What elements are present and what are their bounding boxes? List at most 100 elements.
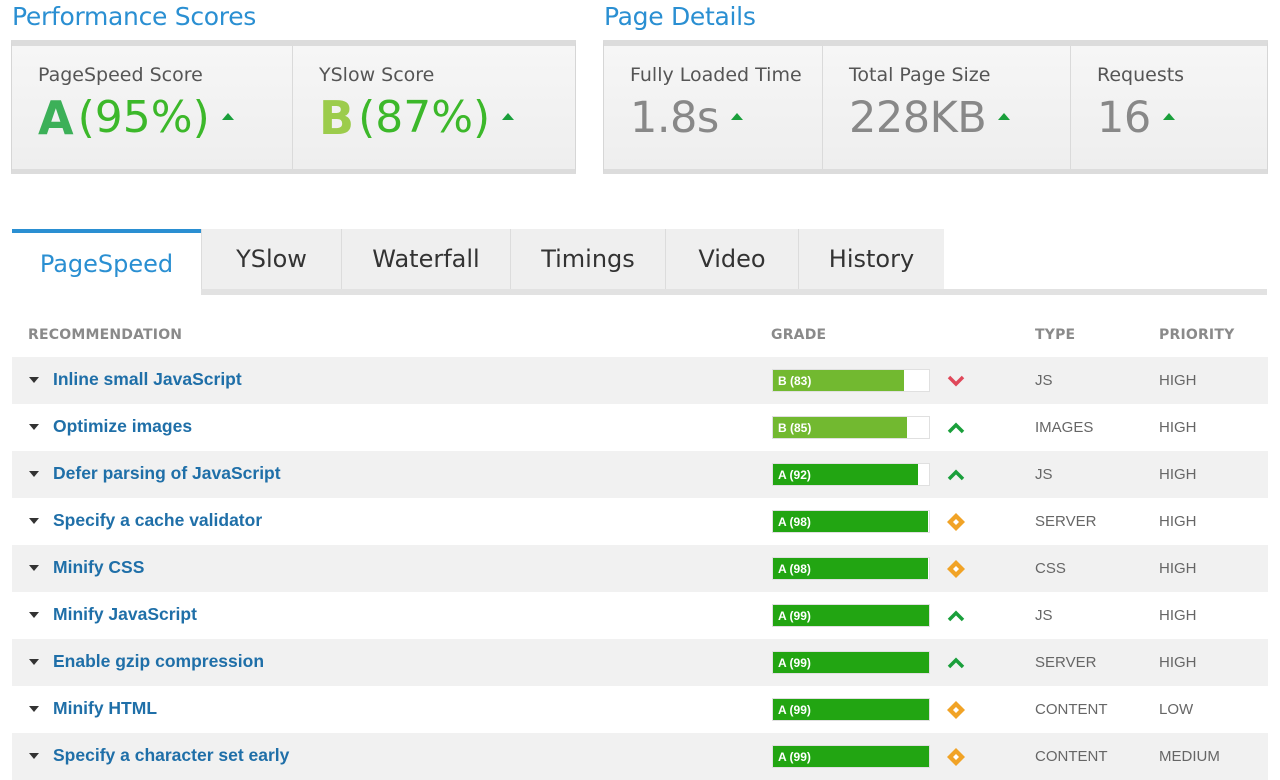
expand-triangle-icon[interactable] xyxy=(29,518,39,524)
trend-unchanged-icon xyxy=(947,560,965,578)
trend-up-icon xyxy=(947,657,965,669)
grade-bar-fill: B (85) xyxy=(773,417,907,438)
grade-bar-fill: A (92) xyxy=(773,464,918,485)
performance-scores-panel: PageSpeed Score A (95%) YSlow Score B (8… xyxy=(11,40,576,174)
table-row[interactable]: Optimize images B (85) IMAGES HIGH xyxy=(12,404,1268,451)
recommendation-type: CSS xyxy=(1035,560,1066,577)
table-row[interactable]: Minify HTML A (99) CONTENT LOW xyxy=(12,686,1268,733)
expand-triangle-icon[interactable] xyxy=(29,424,39,430)
grade-bar-fill: A (99) xyxy=(773,699,929,720)
recommendation-priority: HIGH xyxy=(1159,419,1197,436)
requests: Requests 16 xyxy=(1071,46,1267,169)
grade-bar-fill: A (99) xyxy=(773,652,929,673)
yslow-grade-letter: B xyxy=(319,91,355,145)
recommendation-name[interactable]: Minify CSS xyxy=(53,557,144,578)
column-header-grade[interactable]: GRADE xyxy=(771,327,826,343)
fully-loaded-time-value: 1.8s xyxy=(630,92,822,144)
recommendation-name[interactable]: Specify a cache validator xyxy=(53,510,262,531)
tab-pagespeed[interactable]: PageSpeed xyxy=(12,229,201,295)
recommendation-name[interactable]: Defer parsing of JavaScript xyxy=(53,463,281,484)
grade-bar: A (99) xyxy=(772,651,930,674)
grade-bar-label: A (99) xyxy=(778,750,811,764)
recommendation-name[interactable]: Optimize images xyxy=(53,416,192,437)
grade-bar-label: A (98) xyxy=(778,515,811,529)
table-row[interactable]: Enable gzip compression A (99) SERVER HIGH xyxy=(12,639,1268,686)
grade-bar-label: A (99) xyxy=(778,703,811,717)
recommendation-priority: HIGH xyxy=(1159,466,1197,483)
total-page-size-value: 228KB xyxy=(849,92,1070,144)
recommendation-type: IMAGES xyxy=(1035,419,1094,436)
pagespeed-grade-letter: A xyxy=(38,91,74,145)
column-header-priority[interactable]: PRIORITY xyxy=(1159,327,1234,343)
recommendation-type: JS xyxy=(1035,466,1053,483)
grade-bar: A (99) xyxy=(772,604,930,627)
expand-triangle-icon[interactable] xyxy=(29,659,39,665)
trend-up-icon xyxy=(998,112,1011,120)
requests-number: 16 xyxy=(1097,93,1151,143)
report-tabs: PageSpeed YSlow Waterfall Timings Video … xyxy=(12,229,1267,295)
total-page-size: Total Page Size 228KB xyxy=(823,46,1071,169)
trend-up-icon xyxy=(1162,112,1175,120)
expand-triangle-icon[interactable] xyxy=(29,706,39,712)
grade-bar: A (98) xyxy=(772,557,930,580)
pagespeed-score: PageSpeed Score A (95%) xyxy=(12,46,293,169)
grade-bar-label: A (98) xyxy=(778,562,811,576)
yslow-grade-percent: (87%) xyxy=(358,92,491,143)
expand-triangle-icon[interactable] xyxy=(29,471,39,477)
recommendation-priority: HIGH xyxy=(1159,560,1197,577)
tab-yslow[interactable]: YSlow xyxy=(201,229,341,289)
grade-bar: B (85) xyxy=(772,416,930,439)
trend-up-icon xyxy=(947,469,965,481)
recommendation-type: CONTENT xyxy=(1035,701,1108,718)
yslow-score: YSlow Score B (87%) xyxy=(293,46,575,169)
grade-bar: A (99) xyxy=(772,698,930,721)
trend-up-icon xyxy=(502,112,515,120)
table-row[interactable]: Specify a cache validator A (98) SERVER HIG… xyxy=(12,498,1268,545)
table-row[interactable]: Minify JavaScript A (99) JS HIGH xyxy=(12,592,1268,639)
recommendation-priority: HIGH xyxy=(1159,654,1197,671)
column-header-recommendation[interactable]: RECOMMENDATION xyxy=(28,327,182,343)
recommendation-priority: MEDIUM xyxy=(1159,748,1220,765)
table-row[interactable]: Inline small JavaScript B (83) JS HIGH xyxy=(12,357,1268,404)
fully-loaded-time: Fully Loaded Time 1.8s xyxy=(604,46,823,169)
table-row[interactable]: Minify CSS A (98) CSS HIGH xyxy=(12,545,1268,592)
requests-label: Requests xyxy=(1097,64,1185,86)
recommendations-table-header: RECOMMENDATION GRADE TYPE PRIORITY xyxy=(12,327,1268,347)
table-row[interactable]: Specify a character set early A (99) CONTE… xyxy=(12,733,1268,780)
yslow-score-label: YSlow Score xyxy=(319,64,435,86)
tab-waterfall[interactable]: Waterfall xyxy=(341,229,510,289)
recommendation-type: CONTENT xyxy=(1035,748,1108,765)
grade-bar-fill: A (98) xyxy=(773,511,928,532)
page-details-title: Page Details xyxy=(604,2,756,31)
grade-bar: B (83) xyxy=(772,369,930,392)
grade-bar-fill: A (99) xyxy=(773,605,929,626)
recommendation-name[interactable]: Enable gzip compression xyxy=(53,651,264,672)
pagespeed-score-label: PageSpeed Score xyxy=(38,64,203,86)
expand-triangle-icon[interactable] xyxy=(29,612,39,618)
recommendation-priority: HIGH xyxy=(1159,372,1197,389)
trend-down-icon xyxy=(947,375,965,387)
recommendation-name[interactable]: Minify HTML xyxy=(53,698,157,719)
recommendation-name[interactable]: Inline small JavaScript xyxy=(53,369,242,390)
tab-video[interactable]: Video xyxy=(665,229,798,289)
tab-history[interactable]: History xyxy=(798,229,944,289)
recommendation-name[interactable]: Specify a character set early xyxy=(53,745,289,766)
pagespeed-grade-percent: (95%) xyxy=(77,92,210,143)
trend-unchanged-icon xyxy=(947,748,965,766)
page-details-panel: Fully Loaded Time 1.8s Total Page Size 2… xyxy=(603,40,1268,174)
total-page-size-label: Total Page Size xyxy=(849,64,991,86)
tab-timings[interactable]: Timings xyxy=(510,229,665,289)
column-header-type[interactable]: TYPE xyxy=(1035,327,1075,343)
table-row[interactable]: Defer parsing of JavaScript A (92) JS HIGH xyxy=(12,451,1268,498)
pagespeed-score-value: A (95%) xyxy=(38,92,292,144)
expand-triangle-icon[interactable] xyxy=(29,377,39,383)
grade-bar-fill: A (99) xyxy=(773,746,929,767)
recommendations-table-body: Inline small JavaScript B (83) JS HIGH Optim… xyxy=(12,357,1268,780)
recommendation-priority: LOW xyxy=(1159,701,1194,718)
expand-triangle-icon[interactable] xyxy=(29,753,39,759)
trend-up-icon xyxy=(947,610,965,622)
grade-bar: A (98) xyxy=(772,510,930,533)
recommendation-name[interactable]: Minify JavaScript xyxy=(53,604,197,625)
expand-triangle-icon[interactable] xyxy=(29,565,39,571)
recommendation-priority: HIGH xyxy=(1159,513,1197,530)
